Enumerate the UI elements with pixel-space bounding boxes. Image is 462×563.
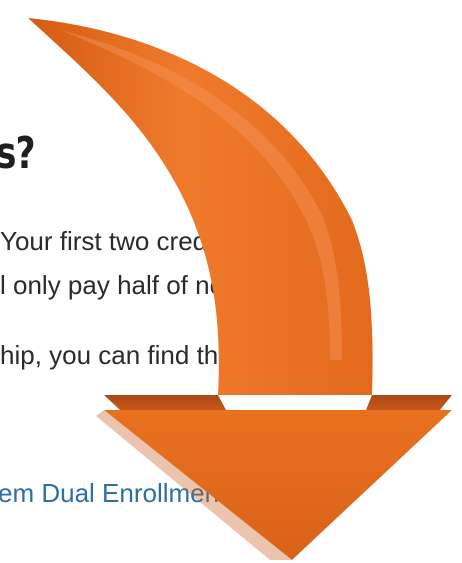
paragraph-line-3: hip, you can find the Stewardshi: [0, 340, 369, 370]
paragraph-line-1: Your first two credits (up to 6: [0, 226, 329, 256]
paragraph-line-2: l only pay half of normal tuition: [0, 270, 352, 300]
section-heading: s?: [0, 128, 36, 179]
page: s? Your first two credits (up to 6 l onl…: [0, 0, 462, 563]
dual-enrollment-webpage-link[interactable]: em Dual Enrollment webpage: [0, 478, 339, 509]
